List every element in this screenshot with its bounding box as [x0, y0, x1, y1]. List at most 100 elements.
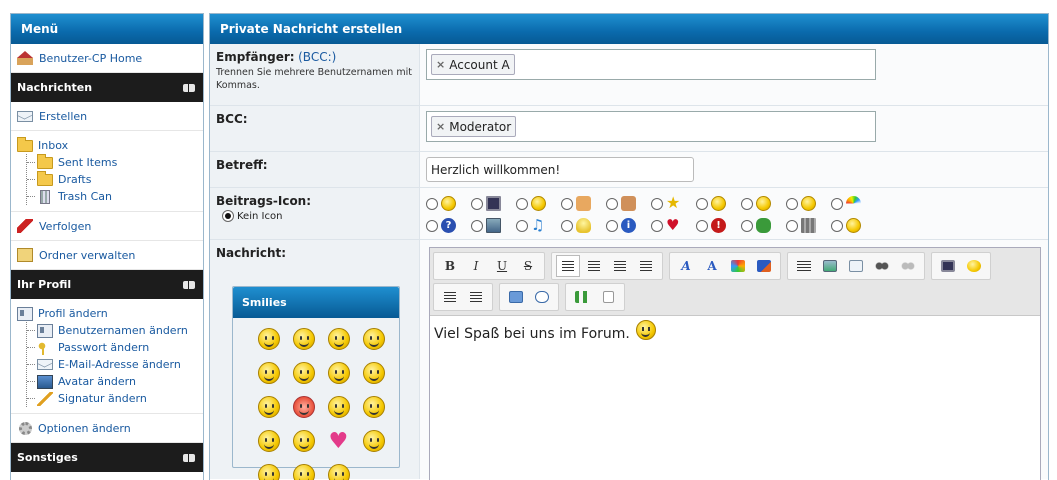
- sidebar-item-create[interactable]: Erstellen: [11, 102, 203, 131]
- quote-button[interactable]: [530, 286, 554, 308]
- post-icon-option[interactable]: [426, 194, 471, 213]
- insert-smiley-button[interactable]: [962, 255, 986, 277]
- post-icon-option[interactable]: [561, 194, 606, 213]
- big-smile-icon[interactable]: [292, 328, 315, 350]
- message-body[interactable]: Viel Spaß bei uns im Forum.: [430, 316, 1040, 352]
- font-size-button[interactable]: A: [700, 255, 724, 277]
- post-icon-radio[interactable]: [831, 197, 843, 210]
- section-profile[interactable]: Ihr Profil: [11, 270, 203, 299]
- post-icon-option[interactable]: ♥: [651, 216, 696, 235]
- sidebar-item-label[interactable]: Benutzer-CP Home: [39, 52, 142, 65]
- thinking-icon[interactable]: [327, 464, 350, 480]
- section-misc[interactable]: Sonstiges: [11, 443, 203, 472]
- post-icon-radio[interactable]: [786, 197, 798, 210]
- sidebar-item-label[interactable]: Erstellen: [39, 110, 87, 123]
- happy-icon[interactable]: [292, 362, 315, 384]
- numbered-list-button[interactable]: [464, 286, 488, 308]
- heart-icon[interactable]: ♥: [328, 430, 350, 453]
- post-icon-option[interactable]: !: [696, 216, 741, 235]
- post-icon-option[interactable]: [831, 216, 876, 235]
- post-icon-option[interactable]: ♫: [516, 216, 561, 235]
- recipient-tag[interactable]: × Account A: [431, 54, 515, 75]
- sidebar-item-label[interactable]: Avatar ändern: [58, 375, 136, 388]
- sidebar-item-label[interactable]: Profil ändern: [38, 307, 108, 320]
- grin-icon[interactable]: [362, 328, 385, 350]
- collapse-icon[interactable]: [183, 84, 195, 92]
- post-icon-radio[interactable]: [471, 219, 483, 232]
- bcc-tag[interactable]: × Moderator: [431, 116, 517, 137]
- post-icon-radio[interactable]: [516, 197, 528, 210]
- remove-format-button[interactable]: [752, 255, 776, 277]
- post-icon-radio[interactable]: [516, 219, 528, 232]
- idea-icon[interactable]: [257, 464, 280, 480]
- post-icon-option[interactable]: ★: [651, 194, 696, 213]
- post-icon-option[interactable]: ?: [426, 216, 471, 235]
- post-icon-radio[interactable]: [426, 219, 438, 232]
- insert-link-button[interactable]: [870, 255, 894, 277]
- sidebar-item-drafts[interactable]: Drafts: [27, 170, 197, 188]
- align-center-button[interactable]: [582, 255, 606, 277]
- post-icon-radio[interactable]: [696, 197, 708, 210]
- post-icon-radio[interactable]: [831, 219, 843, 232]
- angry-icon[interactable]: [292, 396, 315, 418]
- smile-icon[interactable]: [257, 328, 280, 350]
- post-icon-option[interactable]: i: [606, 216, 651, 235]
- sidebar-item-label[interactable]: Sent Items: [58, 156, 117, 169]
- cool-icon[interactable]: [327, 328, 350, 350]
- collapse-icon[interactable]: [183, 454, 195, 462]
- sidebar-item-inbox[interactable]: Inbox: [17, 136, 197, 154]
- collapse-icon[interactable]: [183, 281, 195, 289]
- italic-button[interactable]: I: [464, 255, 488, 277]
- sidebar-item-label[interactable]: Inbox: [38, 139, 68, 152]
- font-button[interactable]: A: [674, 255, 698, 277]
- post-icon-option[interactable]: [471, 194, 516, 213]
- no-icon-radio[interactable]: [222, 210, 234, 222]
- bcc-input[interactable]: × Moderator: [426, 111, 876, 142]
- sidebar-item-trash[interactable]: Trash Can: [27, 188, 197, 205]
- post-icon-radio[interactable]: [606, 197, 618, 210]
- post-icon-option[interactable]: [561, 216, 606, 235]
- post-icon-radio[interactable]: [741, 219, 753, 232]
- strikethrough-button[interactable]: S: [516, 255, 540, 277]
- sleepy-icon[interactable]: [292, 464, 315, 480]
- code-button[interactable]: [504, 286, 528, 308]
- shy-icon[interactable]: [257, 430, 280, 452]
- post-icon-radio[interactable]: [696, 219, 708, 232]
- bcc-link[interactable]: (BCC:): [298, 50, 336, 64]
- insert-email-button[interactable]: [844, 255, 868, 277]
- sidebar-item-label[interactable]: Optionen ändern: [38, 422, 131, 435]
- sidebar-item-label[interactable]: E-Mail-Adresse ändern: [58, 358, 181, 371]
- align-right-button[interactable]: [608, 255, 632, 277]
- sidebar-item-username[interactable]: Benutzernamen ändern: [27, 322, 197, 339]
- sidebar-item-label[interactable]: Signatur ändern: [58, 392, 147, 405]
- post-icon-option[interactable]: [606, 194, 651, 213]
- unlink-button[interactable]: [896, 255, 920, 277]
- source-button[interactable]: [596, 286, 620, 308]
- remove-tag-icon[interactable]: ×: [436, 58, 445, 71]
- sidebar-item-label[interactable]: Benutzernamen ändern: [58, 324, 188, 337]
- post-icon-option[interactable]: [786, 194, 831, 213]
- post-icon-option[interactable]: [741, 216, 786, 235]
- sidebar-item-label[interactable]: Verfolgen: [39, 220, 91, 233]
- bullet-list-button[interactable]: [438, 286, 462, 308]
- post-icon-radio[interactable]: [651, 219, 663, 232]
- insert-image-button[interactable]: [818, 255, 842, 277]
- horizontal-rule-button[interactable]: [792, 255, 816, 277]
- post-icon-radio[interactable]: [561, 219, 573, 232]
- post-icon-option[interactable]: [471, 216, 516, 235]
- subject-input[interactable]: Herzlich willkommen!: [426, 157, 694, 182]
- color-button[interactable]: [726, 255, 750, 277]
- sidebar-item-profile[interactable]: Profil ändern: [17, 305, 197, 322]
- justify-button[interactable]: [634, 255, 658, 277]
- insert-video-button[interactable]: [936, 255, 960, 277]
- sidebar-item-avatar[interactable]: Avatar ändern: [27, 373, 197, 390]
- sidebar-item-track[interactable]: Verfolgen: [11, 212, 203, 241]
- post-icon-radio[interactable]: [786, 219, 798, 232]
- post-icon-option[interactable]: [786, 216, 831, 235]
- sidebar-item-signature[interactable]: Signatur ändern: [27, 390, 197, 407]
- sidebar-item-password[interactable]: Passwort ändern: [27, 339, 197, 356]
- tongue-icon[interactable]: [257, 362, 280, 384]
- sidebar-item-home[interactable]: Benutzer-CP Home: [11, 44, 203, 73]
- align-left-button[interactable]: [556, 255, 580, 277]
- post-icon-radio[interactable]: [741, 197, 753, 210]
